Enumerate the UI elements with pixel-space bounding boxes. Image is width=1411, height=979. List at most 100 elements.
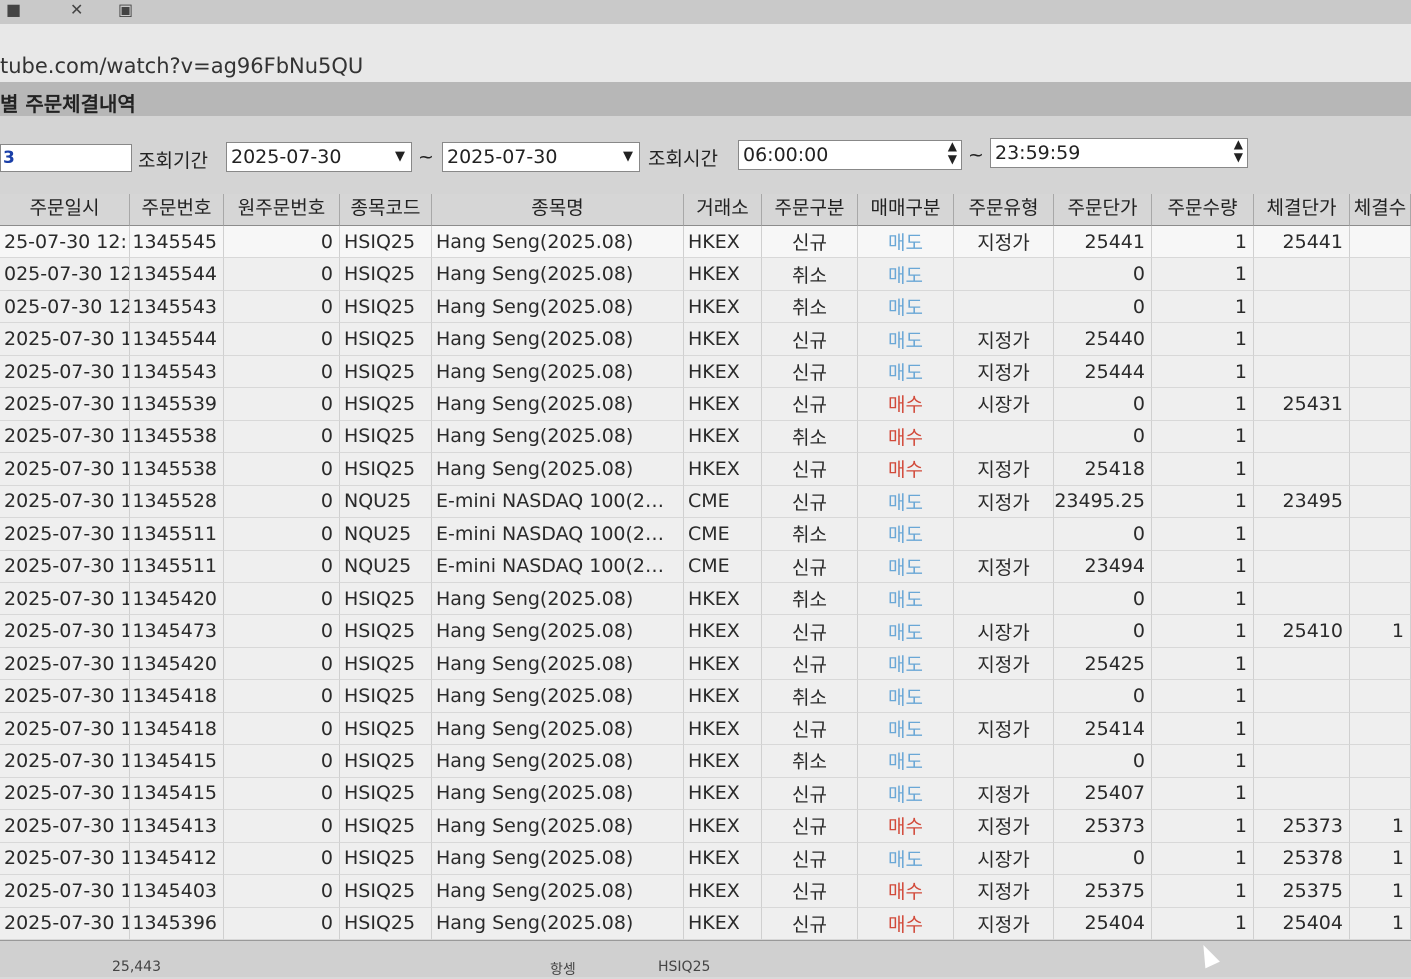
- table-row[interactable]: 2025-07-30 12:…13455380HSIQ25Hang Seng(2…: [0, 420, 1411, 454]
- symbol-name-cell: Hang Seng(2025.08): [432, 875, 684, 908]
- table-row[interactable]: 2025-07-30 11:…13455110NQU25E-mini NASDA…: [0, 550, 1411, 583]
- symbol-name-cell: Hang Seng(2025.08): [432, 712, 684, 746]
- table-row[interactable]: 2025-07-30 11:…13454150HSIQ25Hang Seng(2…: [0, 777, 1411, 811]
- exchange-cell: HKEX: [684, 810, 762, 843]
- column-header[interactable]: 원주문번호: [224, 194, 340, 226]
- symbol-code-cell: HSIQ25: [340, 842, 432, 876]
- table-row[interactable]: 2025-07-30 12:…13455390HSIQ25Hang Seng(2…: [0, 388, 1411, 421]
- column-header[interactable]: 주문구분: [762, 194, 858, 226]
- table-row[interactable]: 25-07-30 12:…13455450HSIQ25Hang Seng(202…: [0, 226, 1411, 259]
- fill-qty-cell: [1350, 290, 1411, 324]
- column-header[interactable]: 체결단가: [1254, 194, 1350, 226]
- orig-order-no-cell: 0: [224, 226, 340, 259]
- column-header[interactable]: 주문일시: [0, 194, 130, 226]
- order-no-cell: 1345544: [130, 258, 224, 291]
- table-row[interactable]: 2025-07-30 11:…13454730HSIQ25Hang Seng(2…: [0, 615, 1411, 648]
- time-to-spinner[interactable]: 23:59:59 ▲ ▼: [990, 138, 1248, 168]
- table-row[interactable]: 2025-07-30 11:…13454120HSIQ25Hang Seng(2…: [0, 842, 1411, 876]
- table-row[interactable]: 2025-07-30 12:…13455380HSIQ25Hang Seng(2…: [0, 453, 1411, 486]
- time-tilde: ~: [968, 144, 984, 166]
- status-instrument-code: HSIQ25: [658, 959, 711, 975]
- fill-price-cell: 25410: [1254, 615, 1350, 648]
- symbol-code-cell: NQU25: [340, 485, 432, 519]
- order-qty-cell: 1: [1152, 777, 1254, 811]
- order-qty-cell: 1: [1152, 290, 1254, 324]
- table-row[interactable]: 2025-07-30 11:…13454200HSIQ25Hang Seng(2…: [0, 647, 1411, 681]
- order-time-cell: 2025-07-30 11:…: [0, 907, 130, 940]
- orig-order-no-cell: 0: [224, 712, 340, 746]
- symbol-name-cell: E-mini NASDAQ 100(2…: [432, 518, 684, 551]
- side-cell: 매도: [858, 680, 954, 713]
- fill-price-cell: 25404: [1254, 907, 1350, 940]
- column-header[interactable]: 주문수량: [1152, 194, 1254, 226]
- orig-order-no-cell: 0: [224, 518, 340, 551]
- fill-price-cell: [1254, 712, 1350, 746]
- exchange-cell: CME: [684, 550, 762, 583]
- spinner-arrows-icon[interactable]: ▲ ▼: [948, 140, 957, 166]
- table-row[interactable]: 2025-07-30 12:…13455430HSIQ25Hang Seng(2…: [0, 355, 1411, 389]
- fill-price-cell: 23495: [1254, 485, 1350, 519]
- date-to-select[interactable]: 2025-07-30 ▼: [442, 142, 640, 172]
- account-field[interactable]: 3: [0, 144, 132, 172]
- order-kind-cell: 신규: [762, 615, 858, 648]
- address-bar[interactable]: tube.com/watch?v=ag96FbNu5QU: [0, 24, 1411, 83]
- fill-qty-cell: [1350, 680, 1411, 713]
- symbol-code-cell: HSIQ25: [340, 420, 432, 454]
- table-row[interactable]: 2025-07-30 11:…13454130HSIQ25Hang Seng(2…: [0, 810, 1411, 843]
- side-cell: 매수: [858, 453, 954, 486]
- column-header[interactable]: 주문단가: [1054, 194, 1152, 226]
- fill-qty-cell: [1350, 226, 1411, 259]
- symbol-name-cell: E-mini NASDAQ 100(2…: [432, 550, 684, 583]
- new-tab-icon[interactable]: ▣: [118, 0, 133, 19]
- column-header[interactable]: 주문유형: [954, 194, 1054, 226]
- order-no-cell: 1345413: [130, 810, 224, 843]
- order-price-cell: 25425: [1054, 647, 1152, 681]
- column-header[interactable]: 주문번호: [130, 194, 224, 226]
- symbol-code-cell: HSIQ25: [340, 712, 432, 746]
- order-qty-cell: 1: [1152, 647, 1254, 681]
- table-row[interactable]: 2025-07-30 11:…13453960HSIQ25Hang Seng(2…: [0, 907, 1411, 940]
- table-row[interactable]: 2025-07-30 12:…13455440HSIQ25Hang Seng(2…: [0, 323, 1411, 356]
- spinner-arrows-icon[interactable]: ▲ ▼: [1234, 138, 1243, 164]
- orig-order-no-cell: 0: [224, 388, 340, 421]
- column-header[interactable]: 체결수: [1350, 194, 1411, 226]
- orig-order-no-cell: 0: [224, 583, 340, 616]
- column-header[interactable]: 거래소: [684, 194, 762, 226]
- side-cell: 매도: [858, 550, 954, 583]
- browser-tab-strip: ■ ✕ ▣: [0, 0, 1411, 24]
- table-row[interactable]: 2025-07-30 11:…13455110NQU25E-mini NASDA…: [0, 518, 1411, 551]
- order-kind-cell: 신규: [762, 842, 858, 876]
- chevron-down-icon[interactable]: ▼: [623, 143, 633, 171]
- symbol-name-cell: Hang Seng(2025.08): [432, 810, 684, 843]
- orig-order-no-cell: 0: [224, 810, 340, 843]
- table-row[interactable]: 2025-07-30 11:…13454150HSIQ25Hang Seng(2…: [0, 745, 1411, 778]
- order-time-cell: 025-07-30 12:…: [0, 258, 130, 291]
- table-row[interactable]: 025-07-30 12:…13455430HSIQ25Hang Seng(20…: [0, 290, 1411, 324]
- time-from-spinner[interactable]: 06:00:00 ▲ ▼: [738, 140, 962, 170]
- fill-qty-cell: [1350, 583, 1411, 616]
- column-header[interactable]: 종목코드: [340, 194, 432, 226]
- column-header[interactable]: 종목명: [432, 194, 684, 226]
- table-row[interactable]: 2025-07-30 11:…13454030HSIQ25Hang Seng(2…: [0, 875, 1411, 908]
- order-price-cell: 23495.25: [1054, 485, 1152, 519]
- table-row[interactable]: 2025-07-30 11:…13454200HSIQ25Hang Seng(2…: [0, 583, 1411, 616]
- table-row[interactable]: 2025-07-30 11:…13454180HSIQ25Hang Seng(2…: [0, 712, 1411, 746]
- order-time-cell: 025-07-30 12:…: [0, 290, 130, 324]
- close-tab-icon[interactable]: ✕: [70, 0, 83, 19]
- fill-price-cell: 25373: [1254, 810, 1350, 843]
- table-row[interactable]: 2025-07-30 12:…13455280NQU25E-mini NASDA…: [0, 485, 1411, 519]
- table-row[interactable]: 025-07-30 12:…13455440HSIQ25Hang Seng(20…: [0, 258, 1411, 291]
- order-qty-cell: 1: [1152, 842, 1254, 876]
- exchange-cell: HKEX: [684, 420, 762, 454]
- order-qty-cell: 1: [1152, 712, 1254, 746]
- column-header[interactable]: 매매구분: [858, 194, 954, 226]
- order-kind-cell: 취소: [762, 745, 858, 778]
- date-from-select[interactable]: 2025-07-30 ▼: [226, 142, 412, 172]
- orig-order-no-cell: 0: [224, 258, 340, 291]
- url-text[interactable]: tube.com/watch?v=ag96FbNu5QU: [0, 54, 363, 78]
- order-no-cell: 1345543: [130, 290, 224, 324]
- orig-order-no-cell: 0: [224, 842, 340, 876]
- chevron-down-icon[interactable]: ▼: [395, 143, 405, 171]
- table-row[interactable]: 2025-07-30 11:…13454180HSIQ25Hang Seng(2…: [0, 680, 1411, 713]
- order-price-cell: 0: [1054, 290, 1152, 324]
